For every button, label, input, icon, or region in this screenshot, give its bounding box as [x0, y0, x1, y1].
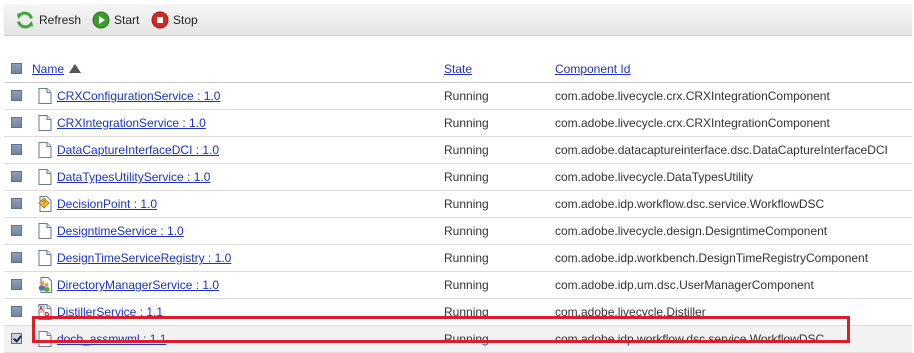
- sort-ascending-icon[interactable]: [69, 63, 82, 73]
- row-checkbox[interactable]: [11, 90, 22, 101]
- component-id: com.adobe.livecycle.crx.CRXIntegrationCo…: [555, 116, 830, 130]
- service-state: Running: [444, 197, 489, 211]
- component-id: com.adobe.idp.workbench.DesignTimeRegist…: [555, 251, 869, 265]
- table-row[interactable]: DataCaptureInterfaceDCI : 1.0 Running co…: [4, 136, 912, 164]
- table-row[interactable]: CRXConfigurationService : 1.0 Running co…: [4, 82, 912, 110]
- document-icon: [38, 331, 52, 347]
- state-column-header[interactable]: State: [444, 62, 472, 76]
- component-id: com.adobe.idp.um.dsc.UserManagerComponen…: [555, 278, 814, 292]
- document-icon: [38, 115, 52, 131]
- document-icon: [38, 142, 52, 158]
- refresh-label: Refresh: [39, 13, 82, 27]
- component-id: com.adobe.livecycle.Distiller: [555, 305, 706, 319]
- component-id-column-header[interactable]: Component Id: [555, 62, 630, 76]
- table-header: Name State Component Id: [4, 55, 912, 83]
- name-column-header[interactable]: Name: [32, 62, 64, 76]
- table-row[interactable]: DesignTimeServiceRegistry : 1.0 Running …: [4, 244, 912, 272]
- service-state: Running: [444, 116, 489, 130]
- refresh-icon: [17, 11, 33, 29]
- document-icon: [38, 169, 52, 185]
- pdf-document-icon: [38, 304, 52, 320]
- service-state: Running: [444, 278, 489, 292]
- service-state: Running: [444, 251, 489, 265]
- row-checkbox[interactable]: [11, 252, 22, 263]
- service-state: Running: [444, 305, 489, 319]
- directory-users-icon: [39, 277, 52, 293]
- service-name-link[interactable]: DesigntimeService : 1.0: [57, 224, 184, 238]
- service-state: Running: [444, 89, 489, 103]
- component-id: com.adobe.livecycle.crx.CRXIntegrationCo…: [555, 89, 830, 103]
- stop-icon: [151, 11, 169, 29]
- component-id: com.adobe.idp.workflow.dsc.service.Workf…: [555, 332, 825, 346]
- service-state: Running: [444, 224, 489, 238]
- document-icon: [38, 223, 52, 239]
- component-id: com.adobe.idp.workflow.dsc.service.Workf…: [555, 197, 825, 211]
- services-table: Name State Component Id CRXConfiguration…: [4, 55, 912, 353]
- select-all-checkbox[interactable]: [11, 62, 22, 74]
- service-name-link[interactable]: DistillerService : 1.1: [57, 305, 163, 319]
- service-name-link[interactable]: CRXConfigurationService : 1.0: [57, 89, 220, 103]
- row-checkbox[interactable]: [11, 198, 22, 209]
- table-row[interactable]: CRXIntegrationService : 1.0 Running com.…: [4, 109, 912, 137]
- service-name-link[interactable]: DirectoryManagerService : 1.0: [57, 278, 219, 292]
- start-button[interactable]: Start: [92, 10, 139, 30]
- row-checkbox[interactable]: [11, 333, 22, 344]
- table-row[interactable]: DirectoryManagerService : 1.0 Running co…: [4, 271, 912, 299]
- refresh-button[interactable]: Refresh: [15, 10, 81, 30]
- stop-label: Stop: [173, 13, 198, 27]
- table-row[interactable]: DataTypesUtilityService : 1.0 Running co…: [4, 163, 912, 191]
- start-icon: [92, 11, 110, 29]
- row-checkbox[interactable]: [11, 117, 22, 128]
- service-name-link[interactable]: CRXIntegrationService : 1.0: [57, 116, 206, 130]
- row-checkbox[interactable]: [11, 225, 22, 236]
- service-name-link[interactable]: DecisionPoint : 1.0: [57, 197, 157, 211]
- service-state: Running: [444, 143, 489, 157]
- component-id: com.adobe.datacaptureinterface.dsc.DataC…: [555, 143, 888, 157]
- component-id: com.adobe.livecycle.design.DesigntimeCom…: [555, 224, 828, 238]
- row-checkbox[interactable]: [11, 306, 22, 317]
- table-row[interactable]: docb_assmwml : 1.1 Running com.adobe.idp…: [4, 325, 912, 353]
- row-checkbox[interactable]: [11, 144, 22, 155]
- document-icon: [38, 88, 52, 104]
- table-row[interactable]: DesigntimeService : 1.0 Running com.adob…: [4, 217, 912, 245]
- stop-button[interactable]: Stop: [151, 10, 198, 30]
- service-state: Running: [444, 170, 489, 184]
- service-name-link[interactable]: DataCaptureInterfaceDCI : 1.0: [57, 143, 219, 157]
- component-id: com.adobe.livecycle.DataTypesUtility: [555, 170, 754, 184]
- decision-icon: ?: [38, 196, 52, 212]
- row-checkbox[interactable]: [11, 279, 22, 290]
- service-name-link[interactable]: docb_assmwml : 1.1: [57, 332, 166, 346]
- table-row[interactable]: DistillerService : 1.1 Running com.adobe…: [4, 298, 912, 326]
- service-state: Running: [444, 332, 489, 346]
- row-checkbox[interactable]: [11, 171, 22, 182]
- start-label: Start: [114, 13, 140, 27]
- svg-text:?: ?: [42, 201, 46, 208]
- document-icon: [38, 250, 52, 266]
- table-row[interactable]: ? DecisionPoint : 1.0 Running com.adobe.…: [4, 190, 912, 218]
- service-name-link[interactable]: DataTypesUtilityService : 1.0: [57, 170, 210, 184]
- service-name-link[interactable]: DesignTimeServiceRegistry : 1.0: [57, 251, 231, 265]
- toolbar: Refresh Start Stop: [4, 4, 912, 36]
